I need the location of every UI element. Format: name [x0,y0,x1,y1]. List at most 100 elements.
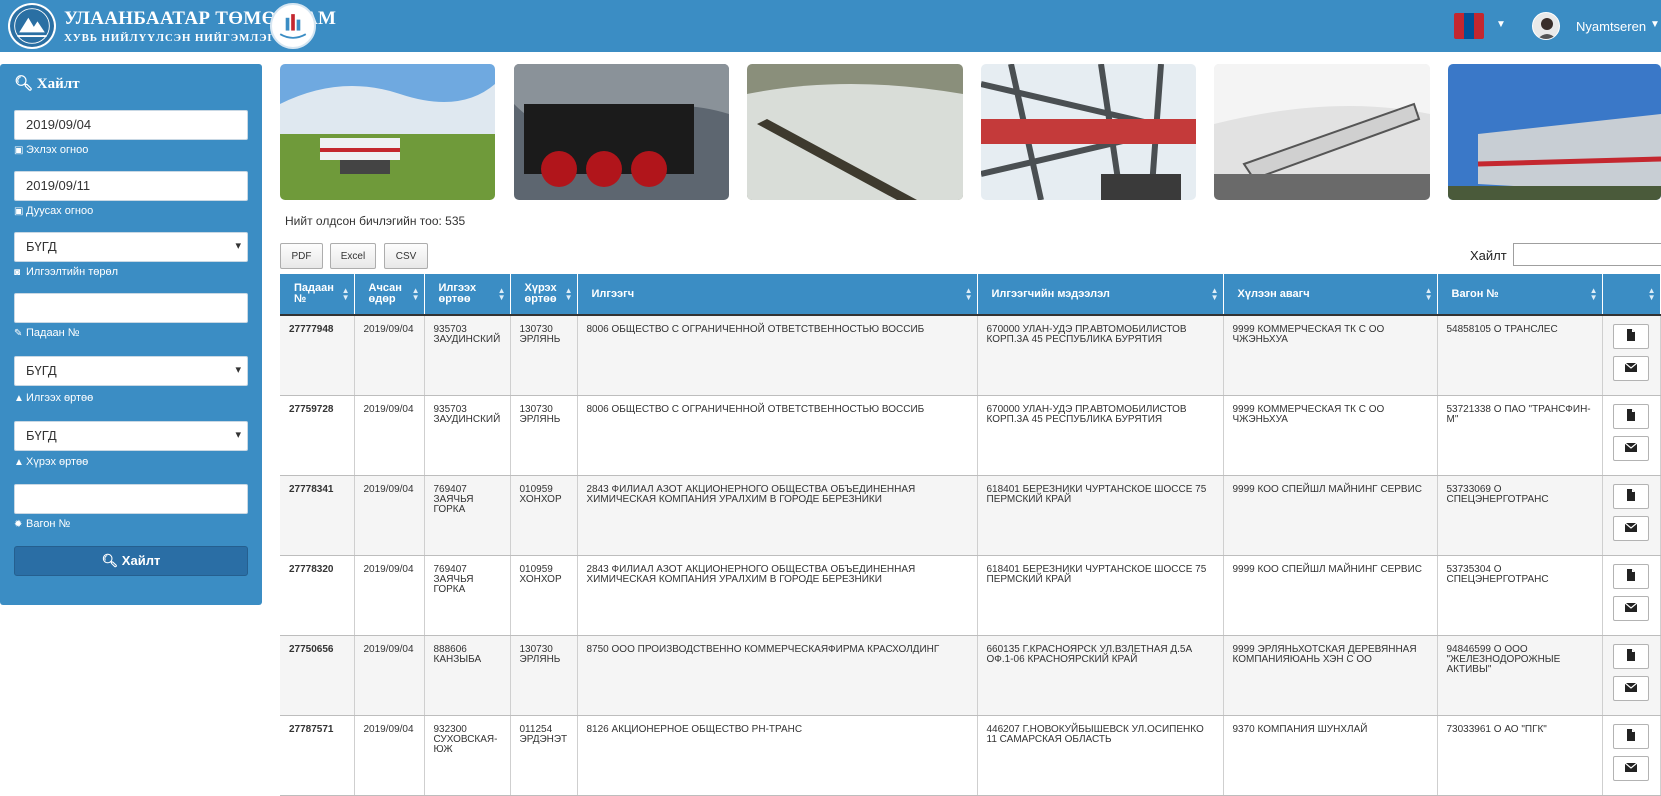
col-receiver-cell: 9999 КОО СПЕЙШЛ МАЙНИНГ СЕРВИС [1223,555,1438,636]
col-padaan-cell: 27777948 [280,315,355,396]
col-receiver-cell: 9999 ЭРЛЯНЬХОТСКАЯ ДЕРЕВЯННАЯ КОМПАНИЯЮА… [1223,635,1438,716]
gallery-image[interactable] [981,64,1196,200]
record-count: Нийт олдсон бичлэгийн тоо: 535 [285,214,466,228]
col-wagon-cell: 53721338 О ПАО "ТРАНСФИН-М" [1437,395,1603,476]
emblem-logo [270,3,316,49]
document-icon [1624,648,1638,665]
search-icon: 🔍︎ [14,76,34,92]
document-button[interactable] [1612,723,1649,749]
wagon-input[interactable] [14,484,248,514]
gallery-image[interactable] [1214,64,1430,200]
calendar-icon: ▣ [14,206,24,217]
export-excel-button[interactable]: Excel [330,243,376,269]
email-button[interactable] [1612,755,1649,781]
column-header-label: Илгээгчийн мэдээлэл [991,287,1110,300]
email-button[interactable] [1612,435,1649,461]
col-receiver-header[interactable]: Хүлээн авагч ▲ ▼ [1223,274,1438,315]
railway-logo[interactable] [8,3,56,49]
document-button[interactable] [1612,563,1649,589]
email-button[interactable] [1612,595,1649,621]
col-actions-header[interactable]: ▲ ▼ [1602,274,1661,315]
col-sender-cell: 2843 ФИЛИАЛ АЗОТ АКЦИОНЕРНОГО ОБЩЕСТВА О… [577,475,978,556]
username[interactable]: Nyamtseren [1576,19,1646,34]
col-sender-info-cell: 618401 БЕРЕЗНИКИ ЧУРТАНСКОЕ ШОССЕ 75 ПЕР… [977,475,1224,556]
gallery-image[interactable] [1448,64,1661,200]
sort-icon[interactable]: ▲ ▼ [498,287,506,302]
document-button[interactable] [1612,643,1649,669]
col-send-station-cell: 935703 ЗАУДИНСКИЙ [424,315,511,396]
gallery-image[interactable] [514,64,729,200]
export-pdf-button[interactable]: PDF [280,243,323,269]
col-send-station-cell: 932300 СУХОВСКАЯ-ЮЖ [424,715,511,796]
table-row[interactable]: 27787571 2019/09/04 932300 СУХОВСКАЯ-ЮЖ 011… [280,715,1661,796]
col-wagon-cell: 53733069 О СПЕЦЭНЕРГОТРАНС [1437,475,1603,556]
binoculars-icon: ▲ [14,393,24,404]
train-icon: ◙ [14,267,21,278]
send-station-select[interactable]: БҮГД [14,356,248,386]
envelope-icon [1624,440,1638,457]
sort-icon[interactable]: ▲ ▼ [412,287,420,302]
col-arrive-station-header[interactable]: Хүрэх өртөө ▲ ▼ [510,274,578,315]
col-date-header[interactable]: Ачсан өдөр ▲ ▼ [354,274,425,315]
col-date-cell: 2019/09/04 [354,635,425,716]
table-search-input[interactable] [1513,243,1661,266]
email-button[interactable] [1612,515,1649,541]
email-button[interactable] [1612,675,1649,701]
calendar-icon: ▣ [14,145,24,156]
table-row[interactable]: 27750656 2019/09/04 888606 КАНЗЫБА 130730 Э… [280,635,1661,716]
sender-type-label: ◙ Илгээлтийн төрөл [14,266,119,278]
document-icon [1624,488,1638,505]
document-button[interactable] [1612,324,1649,349]
language-flag-icon[interactable] [1454,13,1484,39]
sort-icon[interactable]: ▲ ▼ [965,287,973,302]
sort-icon[interactable]: ▲ ▼ [1590,287,1598,302]
gallery-image[interactable] [747,64,963,200]
col-padaan-header[interactable]: Падаан № ▲ ▼ [280,274,355,315]
document-button[interactable] [1612,483,1649,509]
table-row[interactable]: 27759728 2019/09/04 935703 ЗАУДИНСКИЙ 13073… [280,395,1661,476]
actions-cell [1602,395,1661,476]
sort-icon[interactable]: ▲ ▼ [1211,287,1219,302]
top-navbar: УЛААНБААТАР ТӨМӨР ЗАМ ХУВЬ НИЙЛҮҮЛСЭН НИ… [0,0,1661,52]
chevron-down-icon[interactable]: ▼ [1650,19,1660,30]
table-row[interactable]: 27778320 2019/09/04 769407 ЗАЯЧЬЯ ГОРКА 010… [280,555,1661,636]
end-date-input[interactable]: 2019/09/11 [14,171,248,201]
col-send-station-header[interactable]: Илгээх өртөө ▲ ▼ [424,274,511,315]
column-header-label: Вагон № [1451,287,1499,300]
export-csv-button[interactable]: CSV [384,243,428,269]
padaan-input[interactable] [14,293,248,323]
col-sender-cell: 8750 ООО ПРОИЗВОДСТВЕННО КОММЕРЧЕСКАЯФИР… [577,635,978,716]
sort-icon[interactable]: ▲ ▼ [342,287,350,302]
col-sender-cell: 2843 ФИЛИАЛ АЗОТ АКЦИОНЕРНОГО ОБЩЕСТВА О… [577,555,978,636]
search-button[interactable]: 🔍︎ Хайлт [14,546,248,576]
table-row[interactable]: 27778341 2019/09/04 769407 ЗАЯЧЬЯ ГОРКА 010… [280,475,1661,556]
edit-icon: ✎ [14,328,23,339]
col-arrive-station-cell: 010959 ХОНХОР [510,475,578,556]
col-sender-info-header[interactable]: Илгээгчийн мэдээлэл ▲ ▼ [977,274,1224,315]
start-date-label: ▣ Эхлэх огноо [14,144,89,156]
start-date-input[interactable]: 2019/09/04 [14,110,248,140]
col-sender-cell: 8126 АКЦИОНЕРНОЕ ОБЩЕСТВО РН-ТРАНС [577,715,978,796]
arrive-station-select[interactable]: БҮГД [14,421,248,451]
envelope-icon [1624,520,1638,537]
email-button[interactable] [1612,356,1649,381]
gallery-image[interactable] [280,64,495,200]
chevron-down-icon[interactable]: ▼ [1496,19,1506,30]
avatar[interactable] [1532,12,1560,40]
sort-icon[interactable]: ▲ ▼ [565,287,573,302]
actions-cell [1602,715,1661,796]
col-date-cell: 2019/09/04 [354,315,425,396]
sender-type-select[interactable]: БҮГД [14,232,248,262]
col-receiver-cell: 9999 КОММЕРЧЕСКАЯ ТК С ОО ЧЖЭНЬХУА [1223,315,1438,396]
wagon-label: ✹ Вагон № [14,518,71,530]
col-wagon-header[interactable]: Вагон № ▲ ▼ [1437,274,1603,315]
sort-icon[interactable]: ▲ ▼ [1648,287,1656,302]
document-button[interactable] [1612,403,1649,429]
column-header-label: Ачсан өдөр [368,282,402,305]
sort-icon[interactable]: ▲ ▼ [1425,287,1433,302]
actions-cell [1602,315,1661,396]
col-sender-info-cell: 660135 Г.КРАСНОЯРСК УЛ.ВЗЛЕТНАЯ Д.5А ОФ.… [977,635,1224,716]
table-row[interactable]: 27777948 2019/09/04 935703 ЗАУДИНСКИЙ 13073… [280,315,1661,396]
column-header-label: Хүлээн авагч [1237,287,1310,300]
col-sender-header[interactable]: Илгээгч ▲ ▼ [577,274,978,315]
